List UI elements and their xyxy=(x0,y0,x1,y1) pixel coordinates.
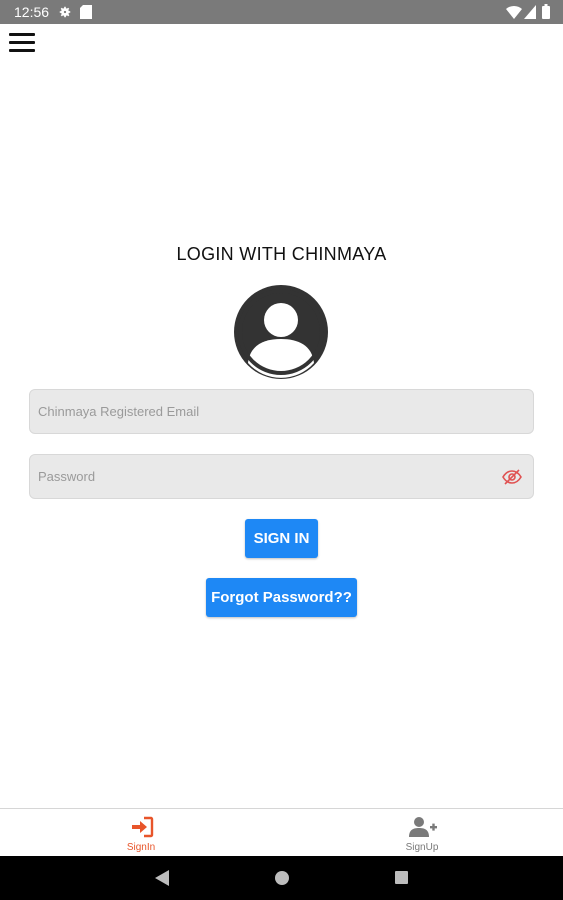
back-icon[interactable] xyxy=(155,870,169,886)
user-avatar-icon xyxy=(234,285,328,379)
wifi-icon xyxy=(506,6,522,19)
forgot-password-button[interactable]: Forgot Password?? xyxy=(206,578,357,617)
bottom-tab-bar: SignIn SignUp xyxy=(0,808,563,856)
recents-icon[interactable] xyxy=(395,871,408,884)
email-field[interactable] xyxy=(29,389,534,434)
hamburger-menu-icon[interactable] xyxy=(9,31,35,53)
password-input[interactable] xyxy=(30,455,533,498)
status-bar: 12:56 xyxy=(0,0,563,24)
status-time: 12:56 xyxy=(14,4,50,20)
system-nav-bar xyxy=(0,856,563,900)
settings-gear-icon xyxy=(59,6,71,18)
add-user-icon xyxy=(409,817,437,837)
email-input[interactable] xyxy=(30,390,533,433)
eye-slash-icon[interactable] xyxy=(502,468,522,486)
tab-signin[interactable]: SignIn xyxy=(81,809,201,857)
sd-card-icon xyxy=(80,5,92,19)
login-title: LOGIN WITH CHINMAYA xyxy=(176,244,387,264)
tab-signup-label: SignUp xyxy=(405,842,439,853)
password-field[interactable] xyxy=(29,454,534,499)
sign-in-icon xyxy=(132,816,154,838)
tab-signup[interactable]: SignUp xyxy=(362,809,482,857)
login-screen: 12:56 LOGIN WITH CHINMAYA Chinmaya Regis… xyxy=(0,0,563,900)
sign-in-button[interactable]: SIGN IN xyxy=(245,519,318,558)
battery-icon xyxy=(542,4,550,19)
home-icon[interactable] xyxy=(275,871,289,885)
tab-signin-label: SignIn xyxy=(126,842,156,853)
cell-signal-icon xyxy=(524,5,536,19)
